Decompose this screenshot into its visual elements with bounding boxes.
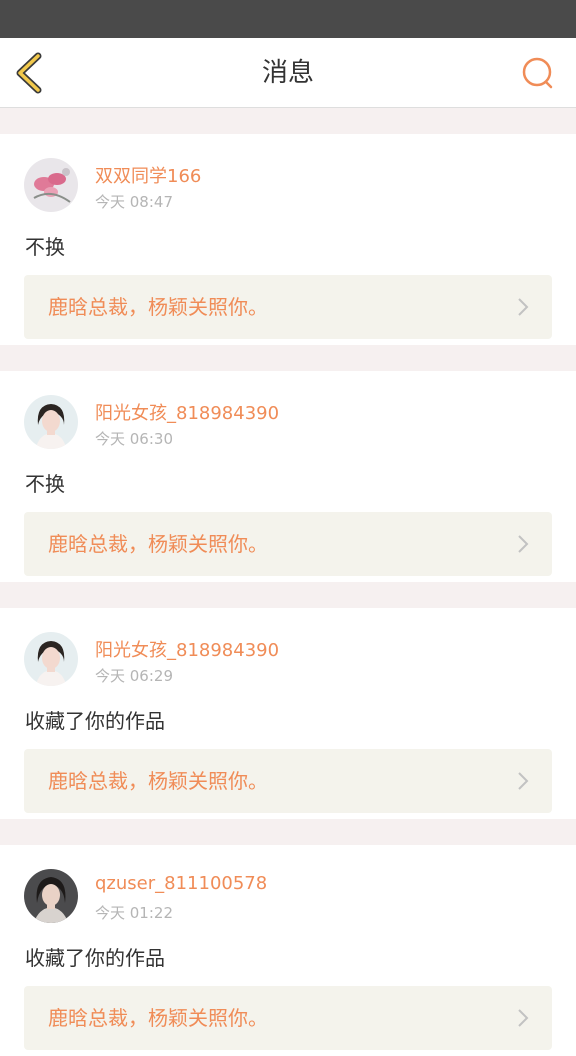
woman-portrait-avatar-icon	[24, 632, 78, 686]
chevron-right-icon	[518, 1009, 529, 1027]
timestamp: 今天 08:47	[95, 193, 173, 211]
message-card[interactable]: qzuser_811100578 今天 01:22 收藏了你的作品 鹿晗总裁，杨…	[0, 845, 576, 1056]
divider	[0, 345, 576, 371]
quoted-work-title: 鹿晗总裁，杨颖关照你。	[48, 295, 268, 319]
chevron-right-icon	[518, 535, 529, 553]
message-text: 收藏了你的作品	[25, 946, 165, 970]
avatar[interactable]	[24, 632, 78, 686]
divider	[0, 819, 576, 845]
divider	[0, 108, 576, 134]
avatar[interactable]	[24, 869, 78, 923]
avatar[interactable]	[24, 158, 78, 212]
timestamp: 今天 06:30	[95, 430, 173, 448]
message-card[interactable]: 双双同学166 今天 08:47 不换 鹿晗总裁，杨颖关照你。	[0, 134, 576, 345]
username[interactable]: qzuser_811100578	[95, 873, 267, 894]
divider	[0, 582, 576, 608]
message-text: 不换	[25, 235, 65, 259]
chevron-right-icon	[518, 298, 529, 316]
quoted-work[interactable]: 鹿晗总裁，杨颖关照你。	[24, 512, 552, 576]
message-list: 双双同学166 今天 08:47 不换 鹿晗总裁，杨颖关照你。 阳光女孩_818…	[0, 108, 576, 1056]
username[interactable]: 阳光女孩_818984390	[95, 636, 279, 662]
message-card[interactable]: 阳光女孩_818984390 今天 06:30 不换 鹿晗总裁，杨颖关照你。	[0, 371, 576, 582]
search-button[interactable]	[520, 55, 556, 91]
message-card[interactable]: 阳光女孩_818984390 今天 06:29 收藏了你的作品 鹿晗总裁，杨颖关…	[0, 608, 576, 819]
quoted-work[interactable]: 鹿晗总裁，杨颖关照你。	[24, 986, 552, 1050]
page-title: 消息	[261, 58, 314, 88]
username[interactable]: 双双同学166	[95, 162, 201, 188]
status-bar	[0, 0, 576, 38]
quoted-work-title: 鹿晗总裁，杨颖关照你。	[48, 769, 268, 793]
message-text: 不换	[25, 472, 65, 496]
quoted-work[interactable]: 鹿晗总裁，杨颖关照你。	[24, 749, 552, 813]
search-icon	[522, 57, 553, 89]
quoted-work-title: 鹿晗总裁，杨颖关照你。	[48, 1006, 268, 1030]
woman-portrait-avatar-icon	[24, 395, 78, 449]
avatar[interactable]	[24, 395, 78, 449]
quoted-work-title: 鹿晗总裁，杨颖关照你。	[48, 532, 268, 556]
nav-bar: 消息	[0, 38, 576, 108]
woman-portrait-avatar-icon	[24, 869, 78, 923]
message-text: 收藏了你的作品	[25, 709, 165, 733]
chevron-right-icon	[518, 772, 529, 790]
timestamp: 今天 06:29	[95, 667, 173, 685]
username[interactable]: 阳光女孩_818984390	[95, 399, 279, 425]
timestamp: 今天 01:22	[95, 904, 173, 922]
lotus-avatar-icon	[24, 158, 78, 212]
quoted-work[interactable]: 鹿晗总裁，杨颖关照你。	[24, 275, 552, 339]
